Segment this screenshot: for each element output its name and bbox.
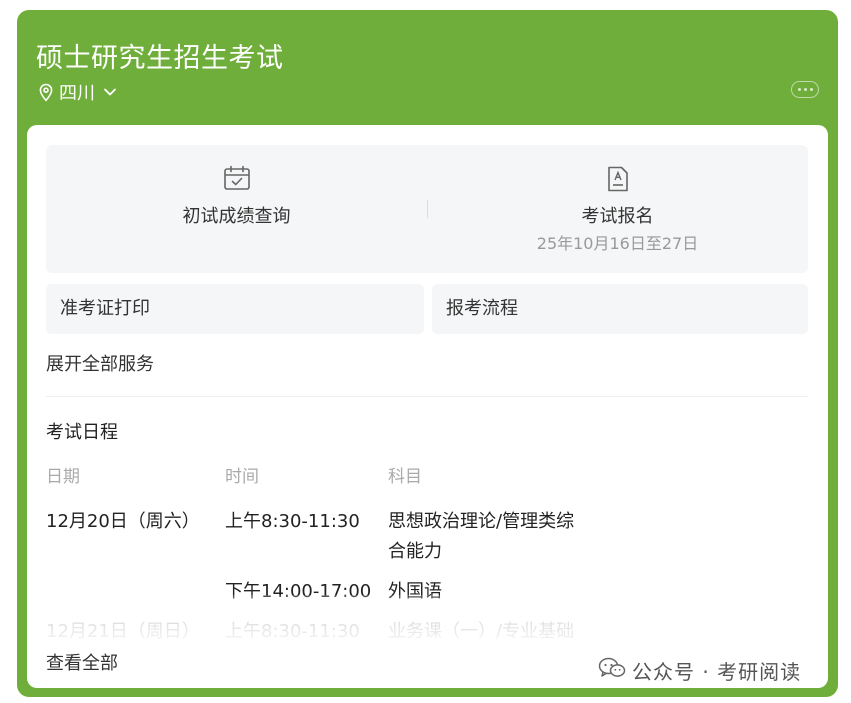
row-subject: 思想政治理论/管理类综合能力 — [388, 511, 575, 562]
row-time: 上午8:30-11:30 — [225, 621, 360, 642]
row-time: 下午14:00-17:00 — [225, 581, 372, 602]
location-pin-icon — [38, 83, 54, 102]
registration-button[interactable]: 考试报名 25年10月16日至27日 — [427, 145, 808, 273]
row-date: 12月20日（周六） — [46, 511, 200, 532]
region-label: 四川 — [59, 83, 95, 104]
row-subject: 外国语 — [388, 581, 442, 602]
column-header-subject: 科目 — [388, 467, 422, 487]
more-dot-icon — [809, 88, 813, 91]
column-header-date: 日期 — [46, 467, 80, 487]
registration-date: 25年10月16日至27日 — [536, 234, 699, 253]
column-header-time: 时间 — [225, 467, 259, 487]
more-options-button[interactable] — [791, 81, 819, 98]
primary-services: 初试成绩查询 考试报名 25年10月16日至27日 — [46, 145, 808, 273]
page-title: 硕士研究生招生考试 — [36, 43, 284, 74]
document-icon — [606, 165, 630, 197]
more-dot-icon — [797, 88, 801, 91]
region-selector[interactable]: 四川 — [38, 79, 117, 105]
more-dot-icon — [803, 88, 807, 91]
watermark: 公众号 · 考研阅读 — [598, 656, 801, 685]
expand-all-services-link[interactable]: 展开全部服务 — [46, 350, 154, 376]
watermark-text: 公众号 · 考研阅读 — [632, 660, 802, 684]
calendar-check-icon — [223, 165, 251, 195]
schedule-title: 考试日程 — [46, 422, 118, 443]
content-card: 初试成绩查询 考试报名 25年10月16日至27日 准考证打印 报考流程 展开全… — [27, 125, 828, 688]
score-query-label: 初试成绩查询 — [182, 206, 291, 227]
view-all-schedule-link[interactable]: 查看全部 — [46, 649, 118, 675]
row-time: 上午8:30-11:30 — [225, 511, 360, 532]
wechat-icon — [598, 657, 626, 684]
chevron-down-icon — [103, 87, 117, 97]
row-subject: 业务课（一）/专业基础 — [388, 621, 575, 642]
exam-card-container: 硕士研究生招生考试 四川 初试成绩查询 考试报名 25年10月16日至27日 准… — [17, 10, 838, 697]
admit-card-print-button[interactable]: 准考证打印 — [46, 284, 424, 334]
row-date: 12月21日（周日） — [46, 621, 200, 642]
application-process-button[interactable]: 报考流程 — [432, 284, 808, 334]
divider — [46, 396, 808, 397]
score-query-button[interactable]: 初试成绩查询 — [46, 145, 427, 273]
registration-label: 考试报名 — [581, 206, 654, 227]
